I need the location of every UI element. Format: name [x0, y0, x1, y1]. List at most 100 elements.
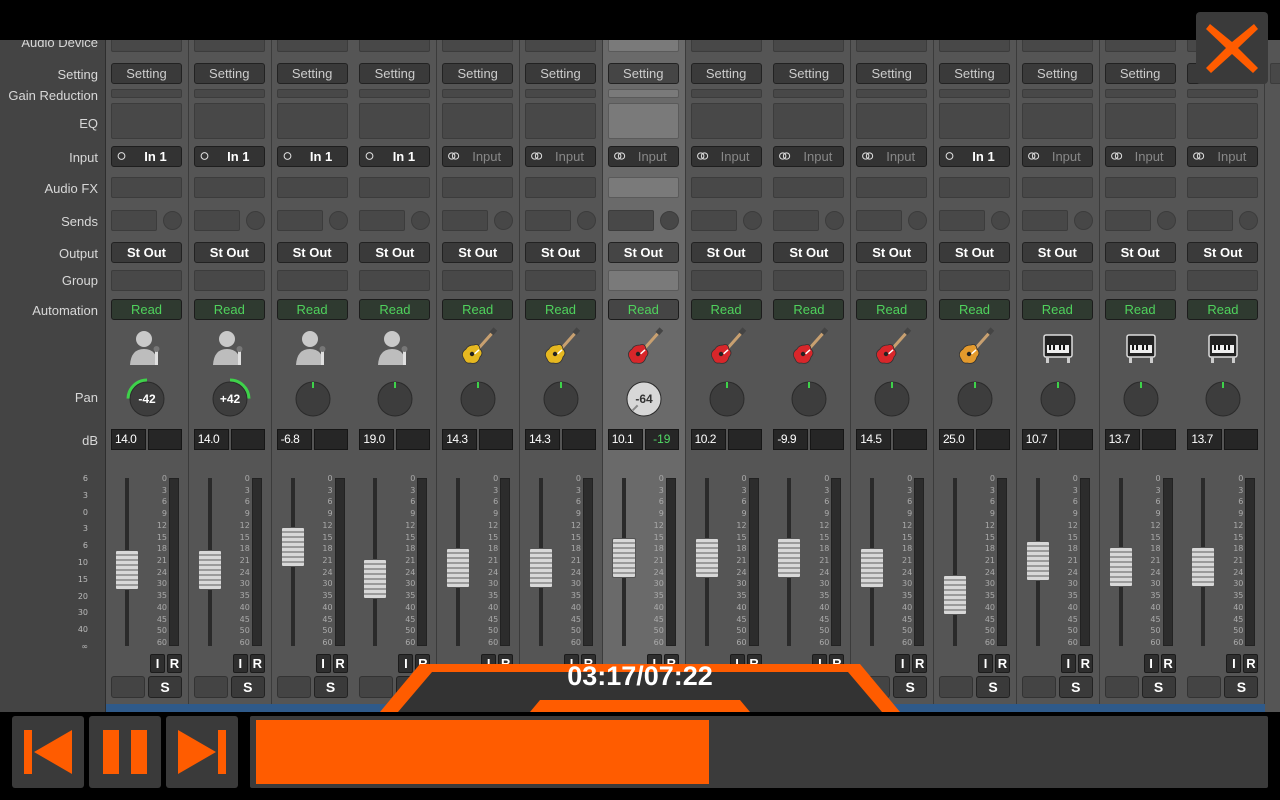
automation-button[interactable]: Read	[193, 299, 265, 320]
pan-knob[interactable]	[455, 376, 501, 422]
send-level-knob[interactable]	[825, 211, 845, 230]
group-slot[interactable]	[359, 270, 431, 291]
audio-device-slot[interactable]	[939, 40, 1010, 52]
input-button[interactable]: Input	[1021, 146, 1093, 167]
input-button[interactable]: In 1	[276, 146, 348, 167]
volume-readout[interactable]: 14.3	[525, 429, 560, 450]
send-slot[interactable]	[111, 210, 157, 231]
group-slot[interactable]	[442, 270, 514, 291]
eq-slot[interactable]	[856, 103, 928, 139]
volume-fader[interactable]: 0 3 6 9 12 15 18 21 24 30 35 40 45 50 60	[603, 472, 686, 652]
audio-fx-slot[interactable]	[276, 177, 348, 198]
input-button[interactable]: In 1	[939, 146, 1010, 167]
output-button[interactable]: St Out	[193, 242, 265, 263]
instrument-icon[interactable]	[458, 327, 498, 367]
setting-button[interactable]: Setting	[773, 63, 845, 84]
volume-fader[interactable]: 0 3 6 9 12 15 18 21 24 30 35 40 45 50 60	[437, 472, 520, 652]
volume-readout[interactable]: 10.2	[690, 429, 726, 450]
input-button[interactable]: Input	[690, 146, 762, 167]
instrument-icon[interactable]	[1203, 327, 1243, 367]
eq-slot[interactable]	[442, 103, 514, 139]
group-slot[interactable]	[1104, 270, 1176, 291]
group-slot[interactable]	[525, 270, 596, 291]
input-button[interactable]: Input	[773, 146, 845, 167]
automation-button[interactable]: Read	[607, 299, 679, 320]
audio-device-slot[interactable]	[525, 40, 596, 52]
send-level-knob[interactable]	[411, 211, 431, 230]
volume-fader[interactable]: 0 3 6 9 12 15 18 21 24 30 35 40 45 50 60	[851, 472, 934, 652]
send-slot[interactable]	[607, 210, 654, 231]
group-slot[interactable]	[939, 270, 1010, 291]
fader-handle[interactable]	[777, 538, 802, 579]
send-level-knob[interactable]	[1073, 211, 1093, 230]
pan-knob[interactable]: +42	[207, 376, 253, 422]
output-button[interactable]: St Out	[773, 242, 845, 263]
automation-button[interactable]: Read	[939, 299, 1010, 320]
audio-fx-slot[interactable]	[1104, 177, 1176, 198]
send-level-knob[interactable]	[577, 211, 596, 230]
eq-slot[interactable]	[1187, 103, 1259, 139]
instrument-icon[interactable]	[210, 327, 250, 367]
output-button[interactable]: St Out	[607, 242, 679, 263]
send-slot[interactable]	[525, 210, 571, 231]
instrument-icon[interactable]	[1121, 327, 1161, 367]
fader-handle[interactable]	[280, 526, 305, 567]
output-button[interactable]: St Out	[939, 242, 1010, 263]
eq-slot[interactable]	[276, 103, 348, 139]
eq-slot[interactable]	[525, 103, 596, 139]
send-level-knob[interactable]	[163, 211, 182, 230]
volume-fader[interactable]: 0 3 6 9 12 15 18 21 24 30 35 40 45 50 60	[354, 472, 437, 652]
volume-fader[interactable]: 0 3 6 9 12 15 18 21 24 30 35 40 45 50 60	[1017, 472, 1100, 652]
volume-readout[interactable]: 25.0	[939, 429, 974, 450]
send-level-knob[interactable]	[1239, 211, 1259, 230]
fader-handle[interactable]	[694, 538, 719, 579]
input-button[interactable]: In 1	[111, 146, 182, 167]
output-button[interactable]: St Out	[690, 242, 762, 263]
audio-fx-slot[interactable]	[1021, 177, 1093, 198]
volume-fader[interactable]: 0 3 6 9 12 15 18 21 24 30 35 40 45 50 60	[686, 472, 769, 652]
volume-fader[interactable]: 0 3 6 9 12 15 18 21 24 30 35 40 45 50 60	[768, 472, 851, 652]
volume-readout[interactable]: 19.0	[359, 429, 395, 450]
instrument-icon[interactable]	[624, 327, 664, 367]
input-button[interactable]: Input	[442, 146, 514, 167]
pan-knob[interactable]: -42	[124, 376, 170, 422]
volume-readout[interactable]: 13.7	[1187, 429, 1223, 450]
group-slot[interactable]	[856, 270, 928, 291]
send-level-knob[interactable]	[659, 211, 679, 230]
input-button[interactable]: Input	[856, 146, 928, 167]
eq-slot[interactable]	[193, 103, 265, 139]
output-button[interactable]: St Out	[276, 242, 348, 263]
audio-device-slot[interactable]	[690, 40, 762, 52]
setting-button[interactable]: Setting	[359, 63, 431, 84]
fader-handle[interactable]	[943, 575, 967, 616]
volume-readout[interactable]: 10.7	[1021, 429, 1057, 450]
automation-button[interactable]: Read	[1104, 299, 1176, 320]
volume-fader[interactable]: 0 3 6 9 12 15 18 21 24 30 35 40 45 50 60	[106, 472, 189, 652]
setting-button[interactable]: Setting	[856, 63, 928, 84]
audio-device-slot[interactable]	[193, 40, 265, 52]
output-button[interactable]: St Out	[1187, 242, 1259, 263]
audio-fx-slot[interactable]	[442, 177, 514, 198]
input-button[interactable]: Input	[1187, 146, 1259, 167]
audio-fx-slot[interactable]	[690, 177, 762, 198]
setting-button[interactable]: Setting	[690, 63, 762, 84]
instrument-icon[interactable]	[872, 327, 912, 367]
setting-button[interactable]: Setting	[442, 63, 514, 84]
fader-handle[interactable]	[363, 558, 388, 599]
setting-button[interactable]: Setting	[1021, 63, 1093, 84]
automation-button[interactable]: Read	[1187, 299, 1259, 320]
output-button[interactable]: St Out	[1104, 242, 1176, 263]
eq-slot[interactable]	[359, 103, 431, 139]
next-button[interactable]	[166, 716, 238, 788]
instrument-icon[interactable]	[1038, 327, 1078, 367]
instrument-icon[interactable]	[375, 327, 415, 367]
setting-button[interactable]	[1270, 63, 1280, 84]
group-slot[interactable]	[773, 270, 845, 291]
instrument-icon[interactable]	[541, 327, 581, 367]
audio-device-slot[interactable]	[607, 40, 679, 52]
pan-knob[interactable]	[786, 376, 832, 422]
setting-button[interactable]: Setting	[607, 63, 679, 84]
group-slot[interactable]	[111, 270, 182, 291]
send-slot[interactable]	[773, 210, 820, 231]
instrument-icon[interactable]	[127, 327, 167, 367]
